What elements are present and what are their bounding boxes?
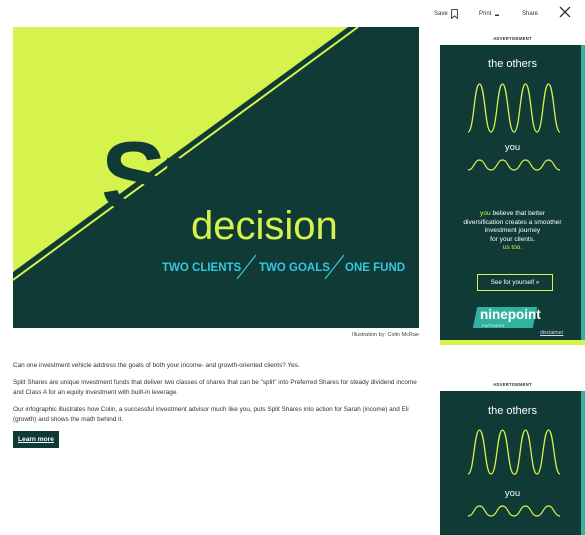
ad-disclaimer-link[interactable]: disclaimer (540, 330, 563, 336)
hero-title-decision: decision (191, 204, 338, 248)
ad-body-line-2: diversification creates a smoother (463, 218, 562, 226)
share-button[interactable]: Share (522, 11, 538, 17)
print-icon (495, 14, 500, 16)
see-for-yourself-button[interactable]: See for yourself » (477, 274, 553, 291)
advertisement-2[interactable]: the others you (440, 391, 585, 535)
hero-tagline-3: ONE FUND (345, 262, 405, 274)
ad-you-text: you (504, 142, 521, 153)
ninepoint-logo-sub: PARTNERS (482, 324, 505, 328)
share-label: Share (522, 11, 539, 17)
print-button[interactable]: Print (479, 11, 500, 17)
big-wave-graphic (468, 83, 560, 133)
ad-label-2: ADVERTISEMENT (493, 382, 532, 387)
ad-edge-stripe (581, 45, 585, 345)
split-decision-graphic: Split decision TWO CLIENTS TWO GOALS ONE… (13, 27, 419, 328)
ad-body-highlight: you (480, 210, 491, 217)
article-paragraph-3: Our infographic illustrates how Colin, a… (13, 406, 409, 423)
ad2-you-text: you (504, 488, 521, 499)
ad-us-too: us too. (502, 244, 523, 251)
ad-body-line-1: believe that better (490, 210, 545, 217)
hero-illustration: Split decision TWO CLIENTS TWO GOALS ONE… (13, 27, 419, 328)
article-body: Can one investment vehicle address the g… (13, 361, 421, 449)
ad-body-line-4: for your clients. (490, 235, 535, 243)
ad-body-line-3: investment journey (484, 227, 541, 235)
small-wave-graphic (468, 505, 560, 517)
article-paragraph-1: Can one investment vehicle address the g… (13, 362, 300, 369)
hero-tagline-2: TWO GOALS (259, 262, 330, 274)
bookmark-icon (450, 9, 458, 19)
advertisement-1[interactable]: the others you you believe that better d… (440, 45, 585, 345)
ad2-headline: the others (488, 405, 537, 417)
ninepoint-logo: ninepoint (480, 307, 541, 322)
print-label: Print (479, 11, 492, 17)
ad-body-text: you believe that better diversification … (440, 210, 585, 244)
ad-label-1: ADVERTISEMENT (493, 36, 532, 41)
big-wave-graphic (468, 429, 560, 475)
ad-headline: the others (488, 58, 537, 70)
article-toolbar: Save Print Share (434, 6, 580, 22)
save-label: Save (434, 11, 448, 17)
hero-tagline-1: TWO CLIENTS (162, 262, 242, 274)
x-logo-icon (559, 6, 571, 18)
ad-bottom-bar (440, 340, 585, 345)
article-paragraph-2: Split Shares are unique investment funds… (13, 379, 417, 396)
save-button[interactable]: Save (434, 9, 458, 19)
image-caption: Illustration by: Colin McRae (352, 332, 419, 338)
small-wave-graphic (468, 159, 560, 171)
learn-more-button[interactable]: Learn more (13, 431, 59, 449)
x-share-button[interactable] (559, 6, 571, 18)
